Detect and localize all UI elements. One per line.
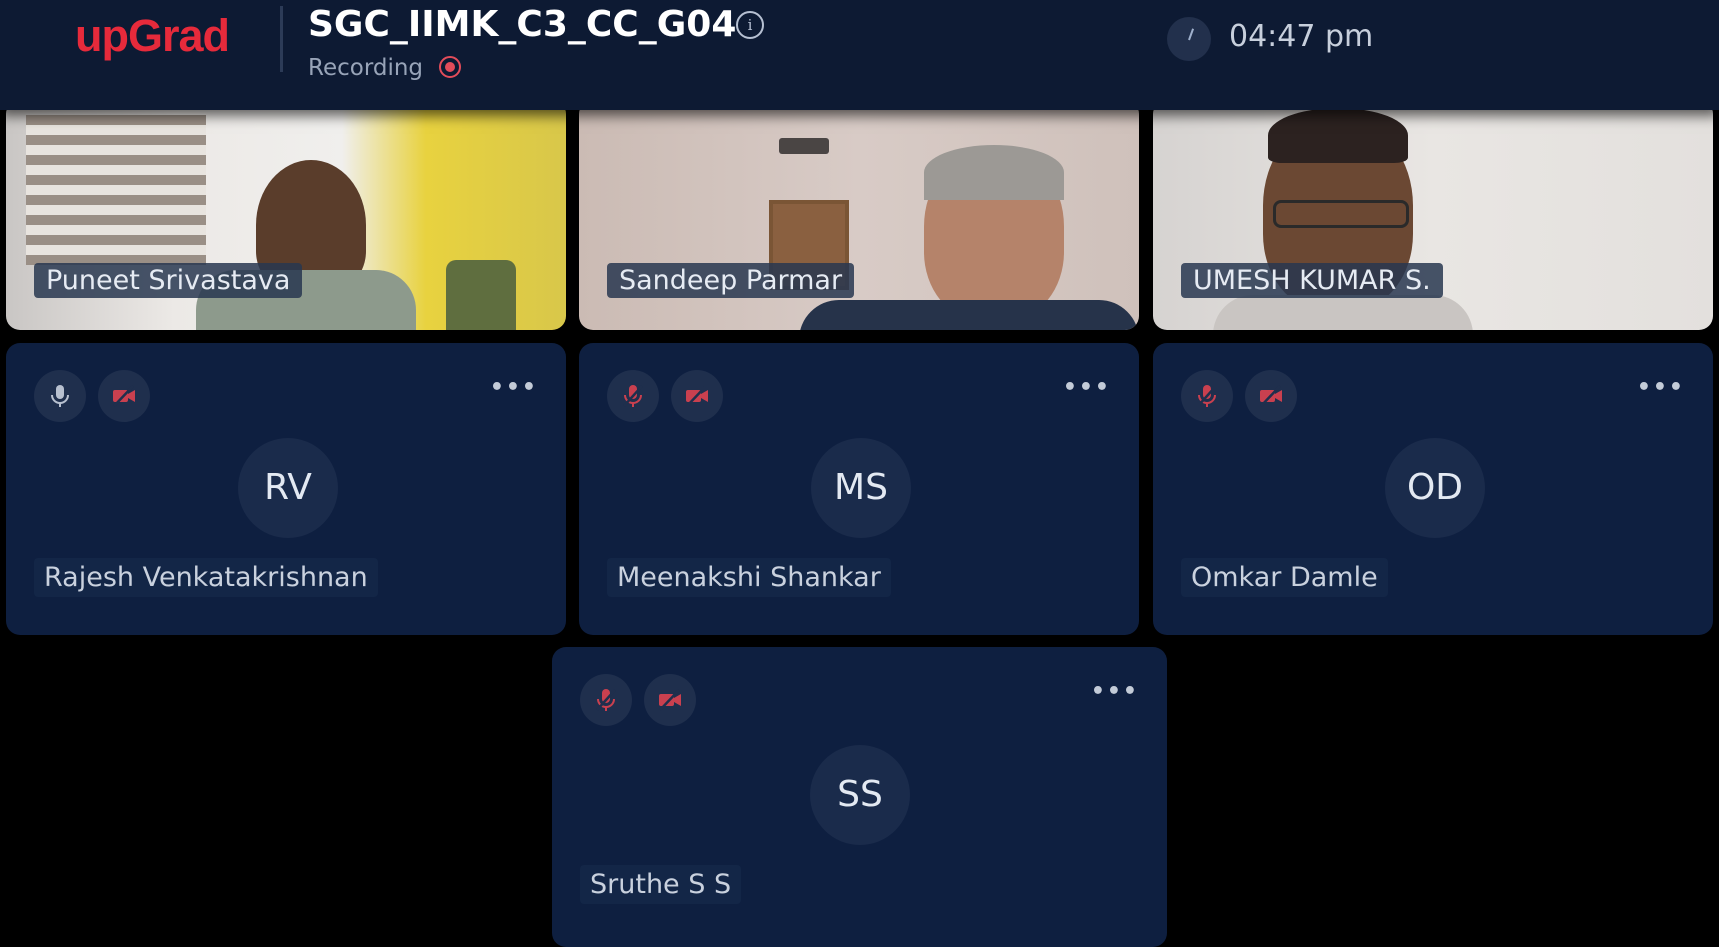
- recording-label: Recording: [308, 55, 424, 81]
- meeting-time: 04:47 pm: [1229, 19, 1374, 54]
- avatar: MS: [811, 438, 911, 538]
- header-divider: [280, 6, 283, 72]
- video-tile-sandeep[interactable]: Sandeep Parmar: [579, 100, 1139, 330]
- mic-off-icon[interactable]: [607, 370, 659, 422]
- camera-off-icon[interactable]: [98, 370, 150, 422]
- participant-name: UMESH KUMAR S.: [1181, 263, 1443, 298]
- mic-on-icon[interactable]: [34, 370, 86, 422]
- more-options-icon[interactable]: •••: [1637, 375, 1685, 400]
- camera-off-icon[interactable]: [644, 674, 696, 726]
- camera-off-icon[interactable]: [671, 370, 723, 422]
- participant-name: Sandeep Parmar: [607, 263, 855, 298]
- clock-icon: [1167, 17, 1211, 61]
- upgrad-logo: upGrad: [75, 10, 230, 62]
- participant-name: Sruthe S S: [580, 865, 742, 904]
- participant-tile-ms[interactable]: ••• MS Meenakshi Shankar: [579, 343, 1139, 635]
- logo-up: up: [75, 10, 129, 61]
- participant-tile-ss[interactable]: ••• SS Sruthe S S: [552, 647, 1167, 947]
- video-tile-umesh[interactable]: UMESH KUMAR S.: [1153, 100, 1713, 330]
- avatar: SS: [810, 745, 910, 845]
- participant-name: Rajesh Venkatakrishnan: [34, 558, 378, 597]
- more-options-icon[interactable]: •••: [1091, 679, 1139, 704]
- participant-tile-od[interactable]: ••• OD Omkar Damle: [1153, 343, 1713, 635]
- logo-grad: Grad: [127, 10, 230, 61]
- top-bar: upGrad SGC_IIMK_C3_CC_G04 i Recording 04…: [0, 0, 1719, 110]
- meeting-title: SGC_IIMK_C3_CC_G04: [308, 4, 737, 45]
- avatar: RV: [238, 438, 338, 538]
- mic-off-icon[interactable]: [580, 674, 632, 726]
- participant-name: Puneet Srivastava: [34, 263, 303, 298]
- more-options-icon[interactable]: •••: [1063, 375, 1111, 400]
- avatar: OD: [1385, 438, 1485, 538]
- participant-name: Omkar Damle: [1181, 558, 1388, 597]
- video-tile-puneet[interactable]: Puneet Srivastava: [6, 100, 566, 330]
- more-options-icon[interactable]: •••: [490, 375, 538, 400]
- info-icon[interactable]: i: [736, 11, 764, 39]
- participant-tile-rv[interactable]: ••• RV Rajesh Venkatakrishnan: [6, 343, 566, 635]
- recording-indicator-icon: [439, 56, 461, 78]
- mic-off-icon[interactable]: [1181, 370, 1233, 422]
- camera-off-icon[interactable]: [1245, 370, 1297, 422]
- participant-name: Meenakshi Shankar: [607, 558, 891, 597]
